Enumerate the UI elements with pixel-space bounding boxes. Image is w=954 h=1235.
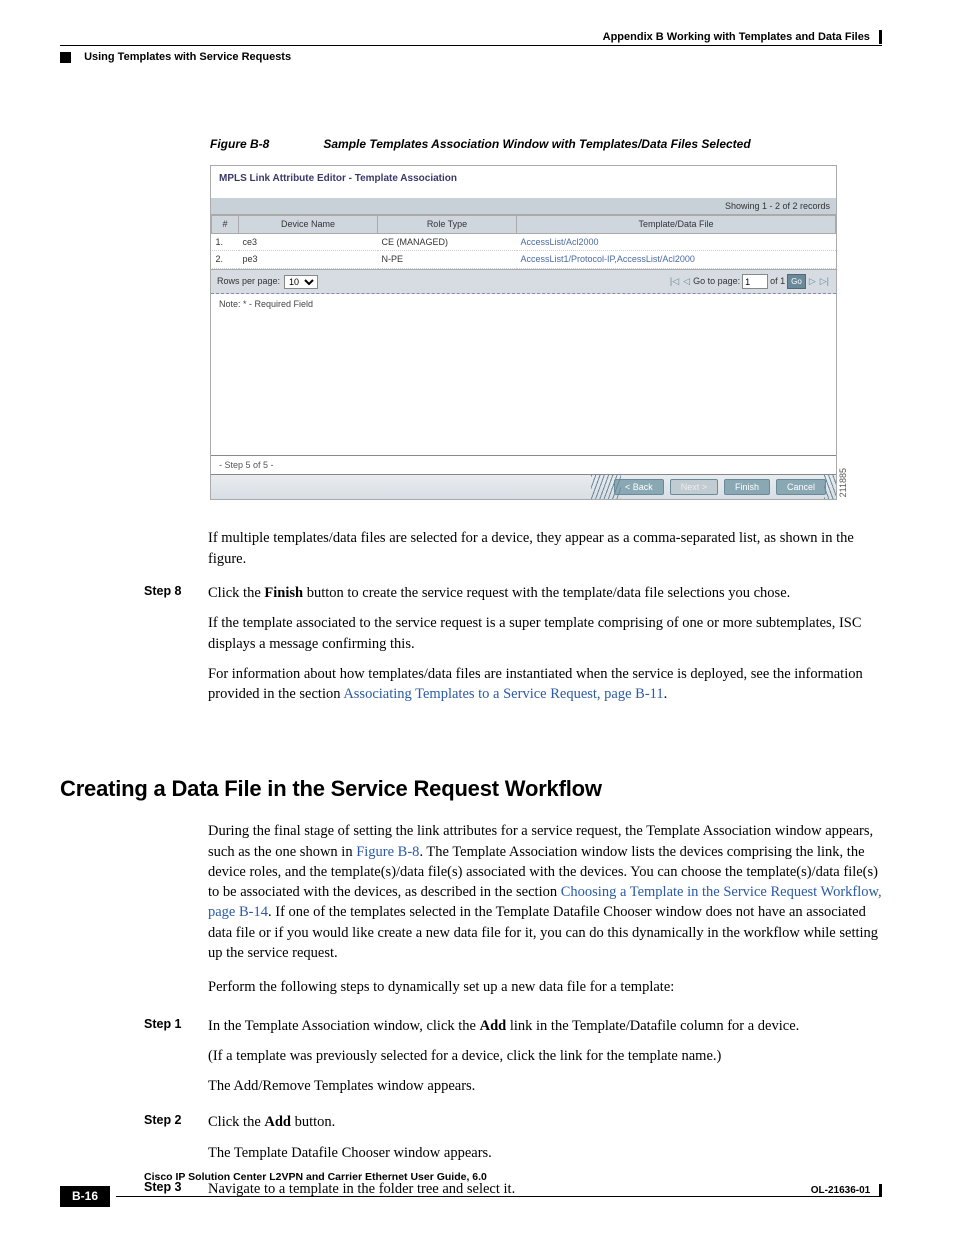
window-title: MPLS Link Attribute Editor - Template As… [211, 166, 836, 198]
step-text: Click the Add button. [208, 1112, 882, 1132]
goto-page-input[interactable] [742, 274, 768, 289]
hatch-decoration [591, 475, 621, 499]
col-template: Template/Data File [517, 216, 836, 234]
template-table: # Device Name Role Type Template/Data Fi… [211, 215, 836, 269]
image-id: 211885 [837, 468, 850, 497]
footer-doc-title: Cisco IP Solution Center L2VPN and Carri… [144, 1170, 882, 1185]
figure-caption: Figure B-8 Sample Templates Association … [210, 136, 882, 153]
figure-ref-link[interactable]: Figure B-8 [356, 844, 419, 860]
section-heading: Creating a Data File in the Service Requ… [60, 774, 882, 805]
col-num: # [212, 216, 239, 234]
header-marker-left [60, 52, 71, 63]
footer-marker [879, 1184, 882, 1197]
header-section: Using Templates with Service Requests [84, 51, 291, 63]
cross-ref-link[interactable]: Associating Templates to a Service Reque… [343, 686, 663, 702]
step-label: Step 2 [144, 1112, 208, 1173]
step-text: The Template Datafile Chooser window app… [208, 1143, 882, 1163]
cancel-button[interactable]: Cancel [776, 479, 826, 495]
header-appendix: Appendix B Working with Templates and Da… [603, 31, 870, 43]
pager: Rows per page: 10 |◁ ◁ Go to page: of 1 … [211, 269, 836, 294]
prev-page-icon[interactable]: ◁ [682, 275, 691, 288]
page-number: B-16 [60, 1186, 110, 1207]
hatch-decoration [824, 475, 836, 499]
doc-id: OL-21636-01 [811, 1185, 870, 1196]
required-note: Note: * - Required Field [211, 294, 836, 315]
table-row: 1. ce3 CE (MANAGED) AccessList/Acl2000 [212, 233, 836, 251]
template-link[interactable]: AccessList/Acl2000 [517, 233, 836, 251]
first-page-icon[interactable]: |◁ [669, 275, 680, 288]
step-text: Click the Finish button to create the se… [208, 583, 882, 603]
finish-button[interactable]: Finish [724, 479, 770, 495]
step-text: (If a template was previously selected f… [208, 1046, 882, 1066]
next-button: Next > [670, 479, 718, 495]
back-button[interactable]: < Back [614, 479, 664, 495]
rows-per-page-label: Rows per page: [217, 275, 280, 288]
body-paragraph: Perform the following steps to dynamical… [208, 977, 882, 997]
wizard-step-label: - Step 5 of 5 - [211, 456, 836, 476]
header-marker-right [879, 30, 882, 44]
step-text: The Add/Remove Templates window appears. [208, 1076, 882, 1096]
body-paragraph: If multiple templates/data files are sel… [208, 528, 882, 569]
template-link[interactable]: AccessList1/Protocol-IP,AccessList/Acl20… [517, 251, 836, 269]
figure-title: Sample Templates Association Window with… [323, 137, 750, 151]
step-text: For information about how templates/data… [208, 664, 882, 705]
step-text: In the Template Association window, clic… [208, 1016, 882, 1036]
record-count: Showing 1 - 2 of 2 records [725, 200, 830, 213]
screenshot-window: MPLS Link Attribute Editor - Template As… [210, 165, 837, 501]
header-rule [60, 45, 882, 46]
goto-page-label: Go to page: [693, 275, 740, 288]
go-button[interactable]: Go [787, 274, 806, 289]
page-footer: Cisco IP Solution Center L2VPN and Carri… [60, 1170, 882, 1207]
step-label: Step 1 [144, 1016, 208, 1107]
table-row: 2. pe3 N-PE AccessList1/Protocol-IP,Acce… [212, 251, 836, 269]
next-page-icon[interactable]: ▷ [808, 275, 817, 288]
rows-per-page-select[interactable]: 10 [284, 275, 318, 289]
step-text: If the template associated to the servic… [208, 613, 882, 654]
step-label: Step 8 [144, 583, 208, 714]
figure-number: Figure B-8 [210, 136, 320, 153]
page-of-label: of 1 [770, 275, 785, 288]
last-page-icon[interactable]: ▷| [819, 275, 830, 288]
col-role: Role Type [378, 216, 517, 234]
body-paragraph: During the final stage of setting the li… [208, 821, 882, 963]
col-device: Device Name [239, 216, 378, 234]
